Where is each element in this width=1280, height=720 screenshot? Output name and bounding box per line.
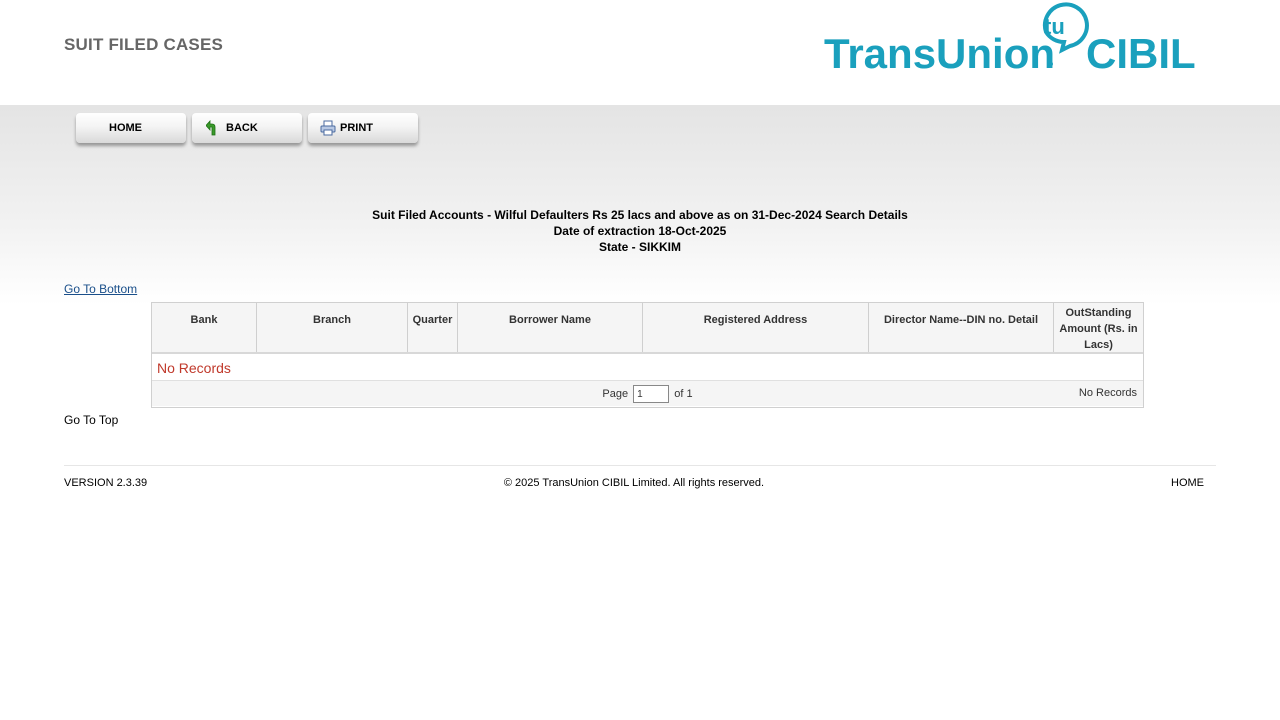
- go-to-top-link[interactable]: Go To Top: [64, 413, 118, 427]
- column-header-bank[interactable]: Bank: [152, 303, 257, 352]
- state-label: State - SIKKIM: [598, 240, 681, 254]
- empty-message: No Records: [152, 354, 1143, 381]
- records-count: No Records: [1078, 387, 1137, 399]
- page-count-label: of 1: [674, 387, 693, 400]
- home-button[interactable]: HOME: [76, 113, 186, 143]
- svg-text:CIBIL: CIBIL: [1086, 30, 1196, 74]
- copyright-text: © 2025 TransUnion CIBIL Limited. All rig…: [503, 477, 765, 489]
- footer-divider: [64, 465, 1216, 466]
- column-header-borrower-name[interactable]: Borrower Name: [458, 303, 643, 352]
- extraction-date: Date of extraction 18-Oct-2025: [553, 224, 727, 238]
- transunion-cibil-logo: TransUnion CIBIL tu: [824, 2, 1196, 74]
- column-header-quarter[interactable]: Quarter: [408, 303, 458, 352]
- svg-text:TransUnion: TransUnion: [824, 30, 1055, 74]
- svg-text:tu: tu: [1044, 14, 1065, 39]
- back-button-label: BACK: [226, 122, 258, 134]
- printer-icon: [320, 120, 336, 136]
- print-button-label: PRINT: [340, 122, 373, 134]
- pager: Page 1 of 1 No Records: [152, 381, 1143, 406]
- page-label: Page: [602, 387, 629, 400]
- footer-home-link[interactable]: HOME: [1171, 477, 1204, 489]
- toolbar: HOME BACK PRINT: [76, 113, 418, 145]
- column-header-outstanding-amount[interactable]: OutStanding Amount (Rs. in Lacs): [1054, 303, 1143, 352]
- search-details-title: Suit Filed Accounts - Wilful Defaulters …: [372, 208, 908, 222]
- home-button-label: HOME: [109, 122, 142, 134]
- column-header-director-name[interactable]: Director Name--DIN no. Detail: [869, 303, 1054, 352]
- page-header: SUIT FILED CASES TransUnion CIBIL tu: [0, 0, 1280, 105]
- footer: VERSION 2.3.39 © 2025 TransUnion CIBIL L…: [64, 477, 1204, 491]
- column-header-registered-address[interactable]: Registered Address: [643, 303, 869, 352]
- search-details: Suit Filed Accounts - Wilful Defaulters …: [0, 207, 1280, 255]
- page-number-input[interactable]: 1: [633, 385, 670, 403]
- go-to-bottom-link[interactable]: Go To Bottom: [64, 282, 137, 296]
- table-header: Bank Branch Quarter Borrower Name Regist…: [152, 303, 1143, 354]
- print-button[interactable]: PRINT: [308, 113, 418, 143]
- results-table: Bank Branch Quarter Borrower Name Regist…: [151, 302, 1144, 408]
- back-button[interactable]: BACK: [192, 113, 302, 143]
- column-header-branch[interactable]: Branch: [257, 303, 408, 352]
- back-arrow-icon: [206, 120, 216, 136]
- page-title: SUIT FILED CASES: [64, 35, 224, 54]
